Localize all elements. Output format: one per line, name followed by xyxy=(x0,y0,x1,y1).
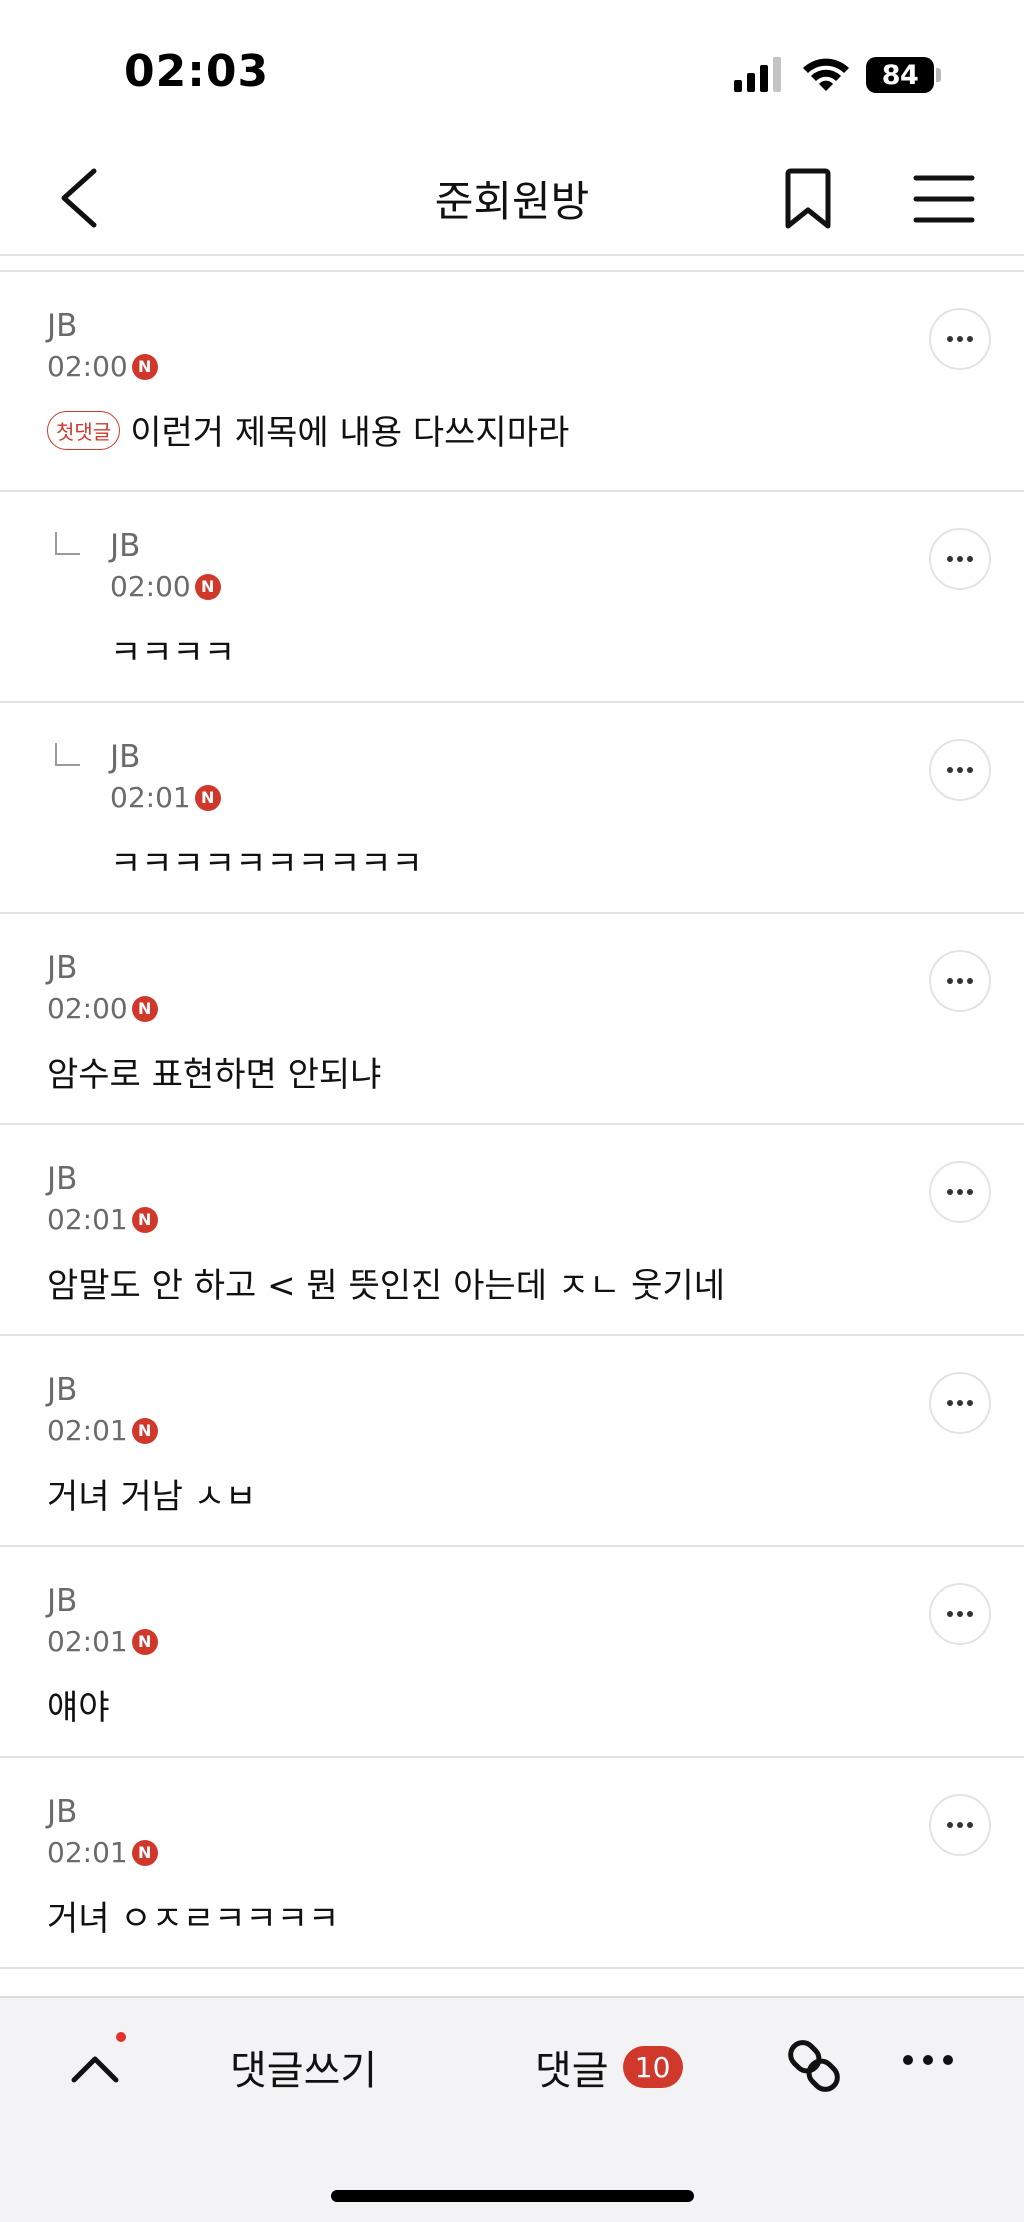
comment-author[interactable]: JB xyxy=(110,528,140,564)
reply-comment-item: JB 02:00 N ㅋㅋㅋㅋ xyxy=(0,492,1024,703)
reply-comment-item: JB 02:01 N ㅋㅋㅋㅋㅋㅋㅋㅋㅋㅋ xyxy=(0,703,1024,914)
comment-time: 02:01 xyxy=(47,1203,128,1236)
comment-time: 02:01 xyxy=(47,1836,128,1869)
comment-more-button[interactable] xyxy=(929,1372,991,1434)
scroll-top-icon[interactable] xyxy=(68,2038,122,2098)
comments-label: 댓글 xyxy=(535,2048,609,2094)
comment-item: JB 02:01 N 얘야 xyxy=(0,1547,1024,1758)
status-bar: 02:03 84 xyxy=(0,0,1024,140)
comment-meta: 02:01 N xyxy=(47,1836,158,1869)
comment-body: ㅋㅋㅋㅋ xyxy=(110,633,236,673)
comment-more-button[interactable] xyxy=(929,950,991,1012)
battery-level: 84 xyxy=(881,59,919,91)
comment-list: JB 02:00 N 첫댓글 이런거 제목에 내용 다쓰지마라 JB 02:00 … xyxy=(0,270,1024,1969)
comment-meta: 02:01 N xyxy=(110,781,221,814)
comment-body: 얘야 xyxy=(47,1688,110,1728)
comment-author[interactable]: JB xyxy=(47,1161,77,1197)
notification-dot xyxy=(116,2032,126,2042)
comment-meta: 02:01 N xyxy=(47,1203,158,1236)
nav-header: 준회원방 xyxy=(0,140,1024,256)
comment-more-button[interactable] xyxy=(929,1583,991,1645)
comment-text: 이런거 제목에 내용 다쓰지마라 xyxy=(130,413,570,453)
comment-time: 02:00 xyxy=(110,570,191,603)
comment-author[interactable]: JB xyxy=(47,950,77,986)
page-title: 준회원방 xyxy=(434,177,590,226)
comment-time: 02:01 xyxy=(47,1414,128,1447)
comment-author[interactable]: JB xyxy=(47,1372,77,1408)
comment-body: 암수로 표현하면 안되냐 xyxy=(47,1055,382,1095)
more-icon xyxy=(947,1611,973,1617)
comment-author[interactable]: JB xyxy=(47,308,77,344)
comment-body: 암말도 안 하고 < 뭔 뜻인진 아는데 ㅈㄴ 웃기네 xyxy=(47,1266,725,1306)
new-badge: N xyxy=(194,573,221,600)
comment-body: 첫댓글 이런거 제목에 내용 다쓰지마라 xyxy=(47,405,569,454)
battery-cap xyxy=(936,68,941,82)
more-icon xyxy=(947,336,973,342)
new-badge: N xyxy=(131,1839,158,1866)
more-icon xyxy=(947,556,973,562)
comment-author[interactable]: JB xyxy=(47,1583,77,1619)
bookmark-icon[interactable] xyxy=(778,168,838,230)
comment-body: 거녀 ㅇㅈㄹㅋㅋㅋㅋ xyxy=(47,1899,340,1939)
new-badge: N xyxy=(131,353,158,380)
home-indicator xyxy=(331,2190,694,2202)
link-icon[interactable] xyxy=(786,2034,842,2098)
comment-author[interactable]: JB xyxy=(110,739,140,775)
reply-arrow-icon xyxy=(55,532,80,555)
more-icon xyxy=(947,1189,973,1195)
comment-body: ㅋㅋㅋㅋㅋㅋㅋㅋㅋㅋ xyxy=(110,844,423,884)
more-icon xyxy=(947,1400,973,1406)
reply-arrow-icon xyxy=(55,743,80,766)
write-comment-button[interactable]: 댓글쓰기 xyxy=(230,2038,377,2096)
comment-more-button[interactable] xyxy=(929,739,991,801)
comment-time: 02:01 xyxy=(47,1625,128,1658)
comment-more-button[interactable] xyxy=(929,308,991,370)
more-icon xyxy=(947,1822,973,1828)
comment-time: 02:00 xyxy=(47,992,128,1025)
bottom-action-bar: 댓글쓰기 댓글 10 xyxy=(0,1996,1024,2222)
comment-meta: 02:00 N xyxy=(47,992,158,1025)
comment-item: JB 02:00 N 암수로 표현하면 안되냐 xyxy=(0,914,1024,1125)
more-icon[interactable] xyxy=(902,2050,954,2070)
new-badge: N xyxy=(131,1206,158,1233)
battery-indicator: 84 xyxy=(866,57,934,93)
comment-meta: 02:01 N xyxy=(47,1414,158,1447)
comment-body: 거녀 거남 ㅅㅂ xyxy=(47,1477,257,1517)
new-badge: N xyxy=(131,1628,158,1655)
comment-author[interactable]: JB xyxy=(47,1794,77,1830)
comment-meta: 02:00 N xyxy=(47,350,158,383)
comment-item: JB 02:01 N 암말도 안 하고 < 뭔 뜻인진 아는데 ㅈㄴ 웃기네 xyxy=(0,1125,1024,1336)
comment-time: 02:01 xyxy=(110,781,191,814)
comments-count-badge: 10 xyxy=(622,2046,683,2088)
comment-meta: 02:01 N xyxy=(47,1625,158,1658)
comment-more-button[interactable] xyxy=(929,528,991,590)
comment-item: JB 02:01 N 거녀 ㅇㅈㄹㅋㅋㅋㅋ xyxy=(0,1758,1024,1969)
new-badge: N xyxy=(131,1417,158,1444)
menu-icon[interactable] xyxy=(912,172,976,226)
more-icon xyxy=(947,767,973,773)
new-badge: N xyxy=(131,995,158,1022)
comments-button[interactable]: 댓글 10 xyxy=(535,2038,683,2096)
new-badge: N xyxy=(194,784,221,811)
first-comment-badge: 첫댓글 xyxy=(47,411,121,450)
comment-more-button[interactable] xyxy=(929,1161,991,1223)
wifi-icon xyxy=(803,58,849,91)
comment-meta: 02:00 N xyxy=(110,570,221,603)
status-time: 02:03 xyxy=(124,46,270,97)
comment-more-button[interactable] xyxy=(929,1794,991,1856)
cellular-signal-icon xyxy=(734,57,781,92)
comment-item: JB 02:00 N 첫댓글 이런거 제목에 내용 다쓰지마라 xyxy=(0,272,1024,492)
comment-item: JB 02:01 N 거녀 거남 ㅅㅂ xyxy=(0,1336,1024,1547)
comment-time: 02:00 xyxy=(47,350,128,383)
more-icon xyxy=(947,978,973,984)
